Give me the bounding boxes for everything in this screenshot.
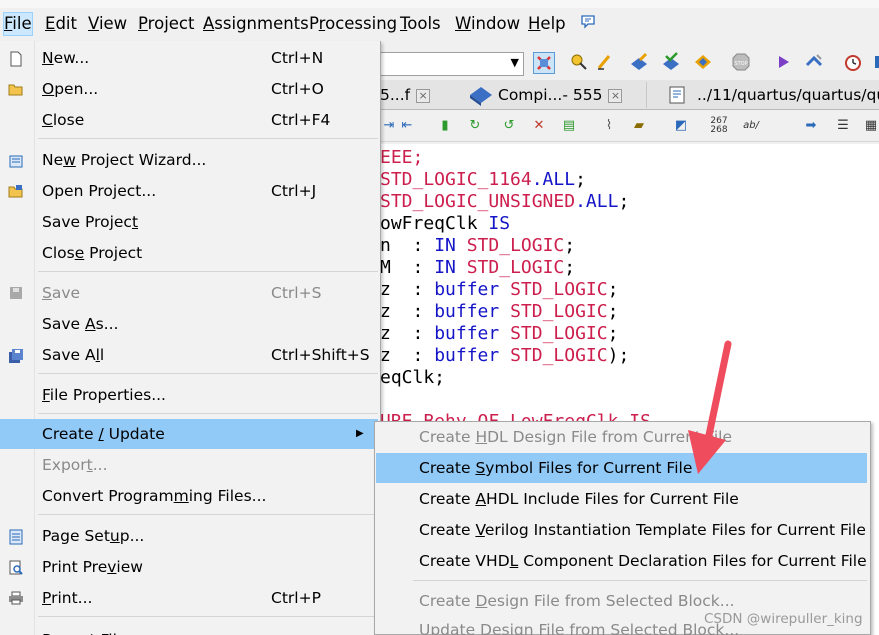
annotation-arrow xyxy=(688,340,732,474)
watermark: CSDN @wirepuller_king xyxy=(704,611,863,627)
